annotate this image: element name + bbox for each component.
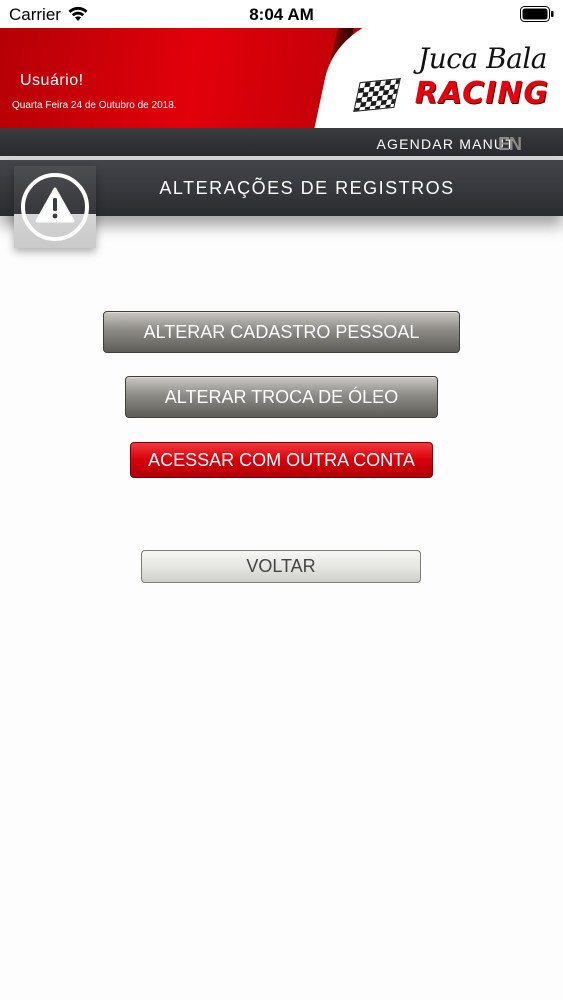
current-date: Quarta Feira 24 de Outubro de 2018. — [12, 100, 177, 111]
alter-oil-change-button[interactable]: ALTERAR TROCA DE ÓLEO — [125, 376, 438, 418]
warning-icon — [21, 173, 89, 241]
brand-logo: Juca Bala RACING — [353, 36, 553, 122]
checkered-flag-icon — [353, 77, 401, 113]
logo-subtitle: RACING — [414, 76, 549, 111]
nav-item-agendar-manutencao[interactable]: AGENDAR MANUT — [377, 136, 516, 152]
nav-bar: AGENDAR MANUT EN — [0, 128, 563, 156]
battery-icon — [520, 6, 554, 22]
status-bar: Carrier 8:04 AM — [0, 0, 563, 28]
switch-account-button[interactable]: ACESSAR COM OUTRA CONTA — [130, 442, 433, 478]
logo-title: Juca Bala — [418, 42, 547, 75]
nav-item-faded-text: EN — [497, 134, 522, 154]
section-icon-tile — [14, 166, 96, 248]
user-greeting: Usuário! — [20, 72, 84, 89]
back-button[interactable]: VOLTAR — [141, 550, 421, 583]
alter-profile-button[interactable]: ALTERAR CADASTRO PESSOAL — [103, 311, 460, 353]
app-header: Usuário! Quarta Feira 24 de Outubro de 2… — [0, 28, 563, 128]
clock: 8:04 AM — [249, 5, 314, 24]
